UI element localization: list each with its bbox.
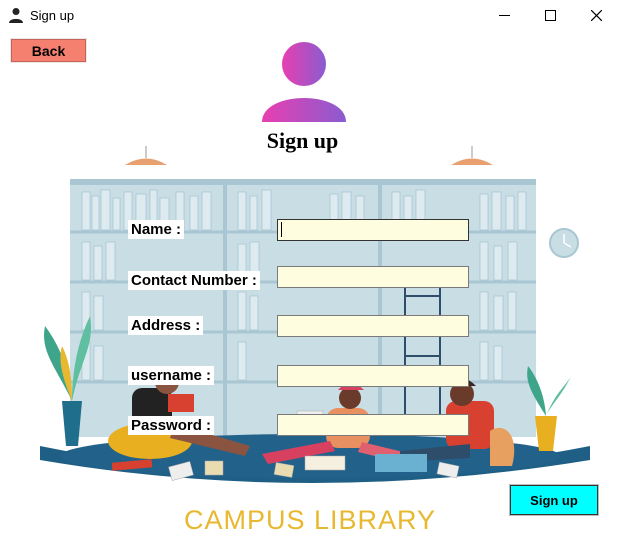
back-button[interactable]: Back [11, 39, 86, 62]
user-avatar-icon [262, 42, 346, 122]
minimize-icon [498, 15, 510, 16]
contact-number-field[interactable] [277, 266, 469, 288]
brand-name: CAMPUS LIBRARY [183, 505, 437, 535]
contact-number-label: Contact Number : [128, 271, 260, 290]
username-label: username : [128, 366, 215, 385]
name-field[interactable] [277, 219, 469, 241]
name-label: Name : [128, 220, 185, 239]
password-field[interactable] [277, 414, 469, 436]
user-icon [9, 8, 23, 23]
address-field[interactable] [277, 315, 469, 337]
window-title: Sign up [30, 8, 75, 23]
address-label: Address : [128, 316, 204, 335]
sign-up-panel: Back Sign up Name: Contact Number: Add… [0, 31, 620, 547]
close-icon [590, 10, 602, 21]
close-button[interactable] [573, 0, 619, 31]
minimize-button[interactable] [481, 0, 527, 31]
password-label: Password : [128, 416, 215, 435]
maximize-button[interactable] [527, 0, 573, 31]
username-field[interactable] [277, 365, 469, 387]
text-caret [281, 222, 282, 237]
maximize-icon [544, 10, 556, 21]
